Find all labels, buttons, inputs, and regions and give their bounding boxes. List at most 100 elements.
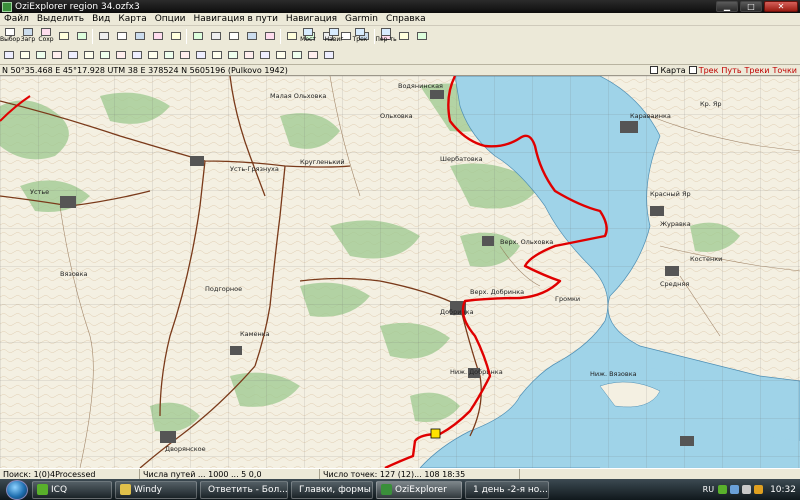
toolbar-button[interactable]	[56, 27, 72, 44]
tool-icon	[20, 50, 30, 59]
toolbar-button[interactable]	[130, 46, 144, 63]
volume-icon[interactable]	[742, 485, 752, 494]
track-checkbox[interactable]	[688, 66, 697, 74]
tool-icon	[381, 28, 391, 36]
tool-icon	[247, 31, 257, 40]
toolbar-button[interactable]	[208, 27, 224, 44]
icq-tray-icon[interactable]	[718, 485, 728, 494]
track-toggle-label[interactable]: Трек	[699, 66, 722, 75]
toolbar-button[interactable]	[96, 27, 112, 44]
menu-select[interactable]: Выделить	[33, 14, 88, 24]
map-checkbox[interactable]	[650, 66, 659, 74]
toolbar-button[interactable]	[194, 46, 208, 63]
map-place-label: Водянинская	[398, 82, 443, 90]
tool-icon	[23, 28, 33, 36]
update-icon[interactable]	[754, 485, 764, 494]
tool-icon	[84, 50, 94, 59]
language-indicator[interactable]: RU	[703, 485, 714, 494]
status-points: Число точек: 127 (12)... 108 18:35	[320, 469, 520, 479]
toolbar-button[interactable]	[34, 46, 48, 63]
moving-map-button[interactable]: Мост	[296, 27, 320, 44]
save-button[interactable]: Сохр	[38, 27, 54, 44]
toolbar-button[interactable]	[18, 46, 32, 63]
minimize-button[interactable]: ▁	[716, 1, 738, 12]
toolbar-button[interactable]	[82, 46, 96, 63]
toolbar-button[interactable]	[178, 46, 192, 63]
network-icon[interactable]	[730, 485, 740, 494]
maximize-button[interactable]: □	[740, 1, 762, 12]
transfer-button[interactable]: Пер-ть	[374, 27, 398, 44]
track-button[interactable]: Трек	[348, 27, 372, 44]
toolbar-button-label: Выбор	[0, 36, 21, 43]
menu-garmin[interactable]: Garmin	[341, 14, 382, 24]
map-view[interactable]: Водянинская Малая Ольховка Ольховка Круглен…	[0, 76, 800, 468]
toolbar-button[interactable]	[162, 46, 176, 63]
tool-icon	[355, 28, 365, 36]
toolbar-button[interactable]	[242, 46, 256, 63]
task-forms-folder[interactable]: Главки, формы	[291, 480, 373, 499]
menu-navigation[interactable]: Навигация	[282, 14, 341, 24]
menu-view[interactable]: Вид	[88, 14, 114, 24]
task-icq[interactable]: ICQ	[32, 480, 112, 499]
start-button[interactable]	[6, 479, 28, 500]
navigation-button[interactable]: Навиг	[322, 27, 346, 44]
toolbar-button[interactable]	[226, 27, 242, 44]
toolbar-button[interactable]	[258, 46, 272, 63]
toolbar-button[interactable]	[146, 46, 160, 63]
toolbar-button[interactable]	[226, 46, 240, 63]
task-label: Windy	[134, 484, 162, 495]
menu-file[interactable]: Файл	[0, 14, 33, 24]
menu-moving-map[interactable]: Навигация в пути	[190, 14, 282, 24]
toolbar-button[interactable]	[244, 27, 260, 44]
toolbar-button[interactable]	[396, 27, 412, 44]
toolbar-button[interactable]	[98, 46, 112, 63]
toolbar-button[interactable]	[50, 46, 64, 63]
toolbar-button[interactable]	[74, 27, 90, 44]
toolbar-button[interactable]	[168, 27, 184, 44]
task-day-browser[interactable]: 1 день -2-я но...	[465, 480, 549, 499]
tracks-toggle-label[interactable]: Треки	[745, 66, 773, 75]
close-button[interactable]: ✕	[764, 1, 798, 12]
toolbar-button[interactable]	[114, 46, 128, 63]
route-toggle-label[interactable]: Путь	[721, 66, 744, 75]
app-icon	[2, 1, 12, 12]
toolbar-button[interactable]	[322, 46, 336, 63]
load-button[interactable]: Загр	[20, 27, 36, 44]
toolbar-button[interactable]	[274, 46, 288, 63]
toolbar-button[interactable]	[2, 46, 16, 63]
select-tool-button[interactable]: Выбор	[0, 27, 21, 44]
tool-icon	[77, 31, 87, 40]
map-place-label: Ниж. Добринка	[450, 368, 503, 376]
tool-icon	[132, 50, 142, 59]
toolbar-button[interactable]	[132, 27, 148, 44]
task-label: Главки, формы	[299, 484, 371, 495]
toolbar-button[interactable]	[66, 46, 80, 63]
toolbar-separator	[186, 29, 187, 44]
map-toggle-label[interactable]: Карта	[660, 66, 688, 75]
toolbar-button[interactable]	[210, 46, 224, 63]
map-place-label: Кр. Яр	[700, 100, 722, 108]
map-place-label: Вязовка	[60, 270, 88, 278]
toolbar-button[interactable]	[290, 46, 304, 63]
toolbar-button[interactable]	[150, 27, 166, 44]
tool-icon	[116, 50, 126, 59]
menu-options[interactable]: Опции	[151, 14, 190, 24]
task-oziexplorer[interactable]: OziExplorer	[376, 480, 462, 499]
tool-icon	[303, 28, 313, 36]
toolbar-button[interactable]	[414, 27, 430, 44]
task-reply-browser[interactable]: Ответить - Бол...	[200, 480, 288, 499]
position-marker[interactable]	[430, 428, 441, 439]
topographic-map[interactable]: Водянинская Малая Ольховка Ольховка Круглен…	[0, 76, 800, 468]
task-windy[interactable]: Windy	[115, 480, 197, 499]
toolbar-button[interactable]	[190, 27, 206, 44]
tool-icon	[329, 28, 339, 36]
map-place-label: Красный Яр	[650, 190, 691, 198]
menu-map[interactable]: Карта	[114, 14, 150, 24]
menu-help[interactable]: Справка	[382, 14, 430, 24]
toolbar-button[interactable]	[306, 46, 320, 63]
points-toggle-label[interactable]: Точки	[772, 66, 800, 75]
clock[interactable]: 10:32	[770, 485, 796, 495]
toolbar-button[interactable]	[262, 27, 278, 44]
tool-icon	[244, 50, 254, 59]
toolbar-button[interactable]	[114, 27, 130, 44]
